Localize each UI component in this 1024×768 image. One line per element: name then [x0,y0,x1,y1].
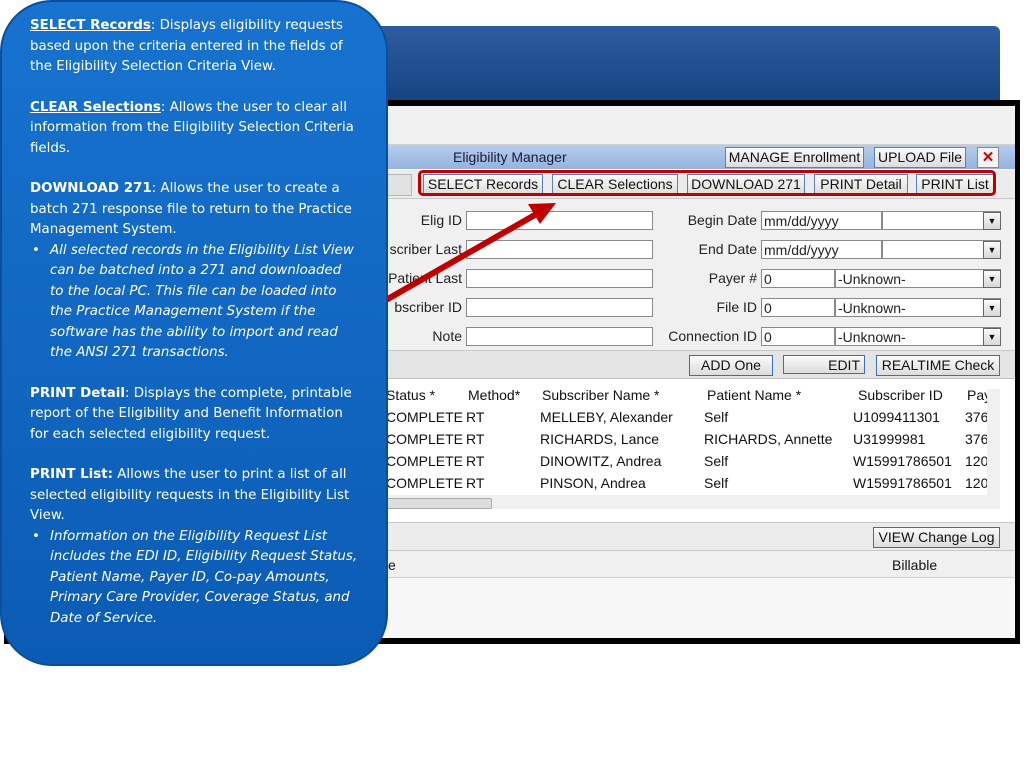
vertical-scrollbar[interactable] [987,389,1000,499]
edit-button[interactable]: EDIT [783,355,865,374]
clear-selections-term: CLEAR Selections [30,99,161,115]
connection-id-label: Connection ID [668,328,757,344]
chevron-down-icon[interactable]: ▼ [983,299,1001,317]
note-label: Note [432,328,462,344]
table-cell[interactable]: RT [466,431,484,447]
payer-label: Payer # [708,270,757,286]
realtime-check-button[interactable]: REALTIME Check [876,355,1000,376]
table-cell[interactable]: Self [704,453,728,469]
table-cell[interactable]: Self [704,409,728,425]
column-header-payer[interactable]: Pay [967,387,987,403]
print-list-bullets: Information on the Eligibility Request L… [30,527,358,630]
table-cell[interactable]: Self [704,475,728,491]
table-cell[interactable]: 120 [965,453,988,469]
select-records-term: SELECT Records [30,18,151,33]
end-date-label: End Date [698,241,757,257]
begin-date-input[interactable]: mm/dd/yyyy [761,211,882,230]
subscriber-last-input[interactable] [466,240,653,259]
print-list-term: PRINT List: [30,467,113,482]
callout-bubble: SELECT Records: Displays eligibility req… [0,0,388,666]
view-change-log-button[interactable]: VIEW Change Log [873,527,1000,548]
table-cell[interactable]: 376 [965,409,988,425]
table-cell[interactable]: PINSON, Andrea [540,475,646,491]
print-list-bullet: Information on the Eligibility Request L… [32,527,358,630]
table-cell[interactable]: MELLEBY, Alexander [540,409,673,425]
payer-select[interactable]: -Unknown- [835,269,1001,288]
add-one-button[interactable]: ADD One [689,355,773,376]
table-cell[interactable]: RT [466,475,484,491]
download-271-description: DOWNLOAD 271: Allows the user to create … [30,179,358,241]
patient-last-input[interactable] [466,269,653,288]
header-banner [340,26,1000,110]
billable-column-header[interactable]: Billable [892,557,937,573]
table-cell[interactable]: COMPLETE [386,431,463,447]
column-header-subscriber-name[interactable]: Subscriber Name * [542,387,660,403]
manage-enrollment-button[interactable]: MANAGE Enrollment [725,147,864,168]
note-input[interactable] [466,327,653,346]
table-cell[interactable]: RICHARDS, Lance [540,431,659,447]
download-271-bullets: All selected records in the Eligibility … [30,241,358,364]
print-detail-term: PRINT Detail [30,385,125,401]
table-cell[interactable]: 376 [965,431,988,447]
toolbar-highlight-box [418,170,996,196]
patient-last-label: Patient Last [388,270,462,286]
print-detail-description: PRINT Detail: Displays the complete, pri… [30,384,358,446]
upload-file-button[interactable]: UPLOAD File [874,147,966,168]
table-cell[interactable]: COMPLETE [386,475,463,491]
connection-id-input[interactable]: 0 [761,327,835,346]
table-cell[interactable]: RT [466,453,484,469]
column-header-status[interactable]: Status * [386,387,435,403]
table-cell[interactable]: DINOWITZ, Andrea [540,453,661,469]
print-list-description: PRINT List: Allows the user to print a l… [30,465,358,527]
connection-id-select[interactable]: -Unknown- [835,327,1001,346]
file-id-select[interactable]: -Unknown- [835,298,1001,317]
table-cell[interactable]: COMPLETE [386,453,463,469]
table-cell[interactable]: U1099411301 [853,409,940,425]
elig-id-input[interactable] [466,211,653,230]
table-cell[interactable]: 120 [965,475,988,491]
column-header-patient-name[interactable]: Patient Name * [707,387,801,403]
subscriber-last-label: scriber Last [389,241,462,257]
chevron-down-icon[interactable]: ▼ [983,241,1001,259]
subscriber-id-input[interactable] [466,298,653,317]
download-271-term: DOWNLOAD 271 [30,181,152,196]
download-271-bullet: All selected records in the Eligibility … [32,241,358,364]
chevron-down-icon[interactable]: ▼ [983,212,1001,230]
file-id-input[interactable]: 0 [761,298,835,317]
table-cell[interactable]: COMPLETE [386,409,463,425]
chevron-down-icon[interactable]: ▼ [983,328,1001,346]
table-cell[interactable]: RICHARDS, Annette [704,431,832,447]
file-id-label: File ID [716,299,757,315]
table-cell[interactable]: W15991786501 [853,475,952,491]
column-header-subscriber-id[interactable]: Subscriber ID [858,387,943,403]
subscriber-id-label: bscriber ID [394,299,462,315]
window-title: Eligibility Manager [453,149,567,165]
table-cell[interactable]: U31999981 [853,431,925,447]
end-date-input[interactable]: mm/dd/yyyy [761,240,882,259]
select-records-description: SELECT Records: Displays eligibility req… [30,16,358,78]
payer-number-input[interactable]: 0 [761,269,835,288]
begin-date-label: Begin Date [687,212,757,228]
chevron-down-icon[interactable]: ▼ [983,270,1001,288]
table-cell[interactable]: RT [466,409,484,425]
close-icon[interactable]: ✕ [977,147,999,168]
elig-id-label: Elig ID [420,212,462,228]
detail-column-header[interactable]: e [388,557,396,573]
table-cell[interactable]: W15991786501 [853,453,952,469]
column-header-method[interactable]: Method* [468,387,520,403]
clear-selections-description: CLEAR Selections: Allows the user to cle… [30,98,358,160]
